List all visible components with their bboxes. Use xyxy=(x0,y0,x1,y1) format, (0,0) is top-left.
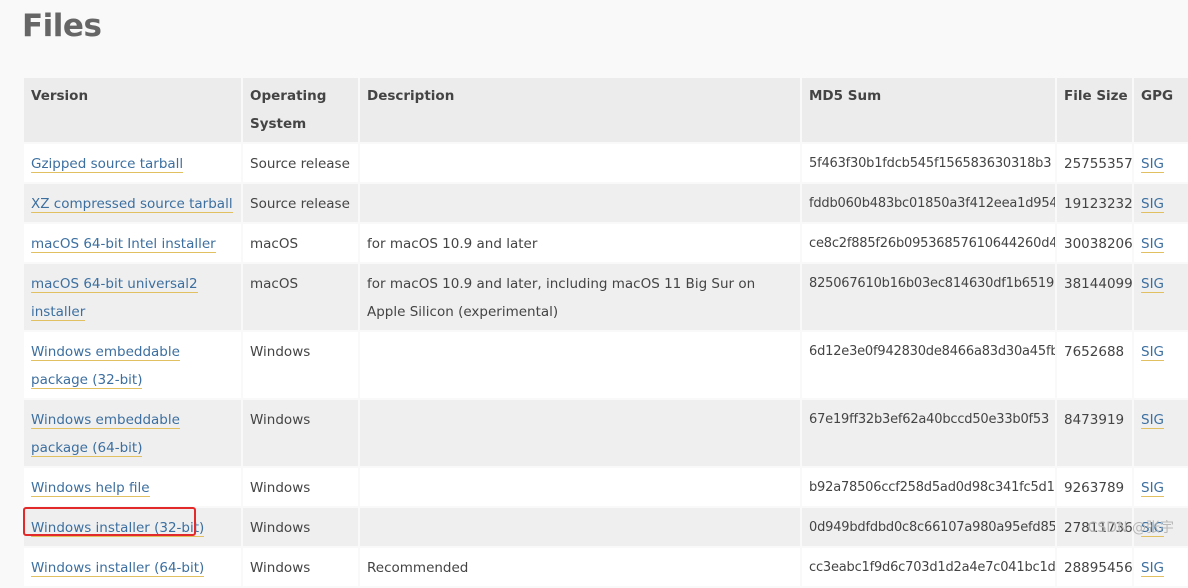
files-table: Version Operating System Description MD5… xyxy=(22,76,1188,588)
md5-cell: 0d949bdfdbd0c8c66107a980a95efd85 xyxy=(802,508,1055,546)
description-cell: for macOS 10.9 and later xyxy=(360,224,800,262)
gpg-sig-link[interactable]: SIG xyxy=(1141,196,1165,213)
header-md5-sum: MD5 Sum xyxy=(802,78,1055,142)
header-description: Description xyxy=(360,78,800,142)
description-cell xyxy=(360,332,800,398)
os-cell: Source release xyxy=(243,184,358,222)
header-operating-system: Operating System xyxy=(243,78,358,142)
download-link[interactable]: Windows installer (64-bit) xyxy=(31,560,205,577)
version-cell: XZ compressed source tarball xyxy=(24,184,241,222)
gpg-cell: SIG xyxy=(1134,144,1188,182)
table-row: Windows installer (64-bit) Windows Recomme… xyxy=(24,548,1188,586)
file-size-cell: 19123232 xyxy=(1057,184,1132,222)
version-cell: Windows embeddable package (64-bit) xyxy=(24,400,241,466)
gpg-sig-link[interactable]: SIG xyxy=(1141,276,1165,293)
version-cell: Gzipped source tarball xyxy=(24,144,241,182)
table-row: Windows embeddable package (32-bit) Windo… xyxy=(24,332,1188,398)
description-cell: Recommended xyxy=(360,548,800,586)
description-cell: for macOS 10.9 and later, including macO… xyxy=(360,264,800,330)
version-cell: macOS 64-bit universal2 installer xyxy=(24,264,241,330)
description-cell xyxy=(360,400,800,466)
download-link[interactable]: macOS 64-bit universal2 installer xyxy=(31,276,198,321)
gpg-sig-link[interactable]: SIG xyxy=(1141,480,1165,497)
md5-cell: 825067610b16b03ec814630df1b65193 xyxy=(802,264,1055,330)
version-cell: macOS 64-bit Intel installer xyxy=(24,224,241,262)
gpg-sig-link[interactable]: SIG xyxy=(1141,560,1165,577)
md5-cell: 6d12e3e0f942830de8466a83d30a45fb xyxy=(802,332,1055,398)
table-row: Windows help file Windows b92a78506ccf258d… xyxy=(24,468,1188,506)
version-cell: Windows installer (64-bit) xyxy=(24,548,241,586)
os-cell: macOS xyxy=(243,264,358,330)
gpg-cell: SIG xyxy=(1134,548,1188,586)
gpg-cell: SIG xyxy=(1134,400,1188,466)
table-row: XZ compressed source tarball Source relea… xyxy=(24,184,1188,222)
header-version: Version xyxy=(24,78,241,142)
file-size-cell: 30038206 xyxy=(1057,224,1132,262)
file-size-cell: 38144099 xyxy=(1057,264,1132,330)
table-row: macOS 64-bit Intel installer macOS for mac… xyxy=(24,224,1188,262)
md5-cell: b92a78506ccf258d5ad0d98c341fc5d1 xyxy=(802,468,1055,506)
description-cell xyxy=(360,468,800,506)
page-title: Files xyxy=(22,8,102,44)
file-size-cell: 8473919 xyxy=(1057,400,1132,466)
description-cell xyxy=(360,508,800,546)
highlight-box xyxy=(23,507,196,536)
md5-cell: cc3eabc1f9d6c703d1d2a4e7c041bc1d xyxy=(802,548,1055,586)
gpg-cell: SIG xyxy=(1134,468,1188,506)
table-header-row: Version Operating System Description MD5… xyxy=(24,78,1188,142)
header-gpg: GPG xyxy=(1134,78,1188,142)
file-size-cell: 28895456 xyxy=(1057,548,1132,586)
table-row: macOS 64-bit universal2 installer macOS fo… xyxy=(24,264,1188,330)
download-link[interactable]: Windows embeddable package (32-bit) xyxy=(31,344,180,389)
watermark: CSDN @张宇 xyxy=(1087,520,1174,536)
header-file-size: File Size xyxy=(1057,78,1132,142)
description-cell xyxy=(360,184,800,222)
md5-cell: 5f463f30b1fdcb545f156583630318b3 xyxy=(802,144,1055,182)
md5-cell: 67e19ff32b3ef62a40bccd50e33b0f53 xyxy=(802,400,1055,466)
gpg-cell: SIG xyxy=(1134,332,1188,398)
description-cell xyxy=(360,144,800,182)
table-row: Windows installer (32-bit) Windows 0d949bd… xyxy=(24,508,1188,546)
download-link[interactable]: Windows help file xyxy=(31,480,150,497)
file-size-cell: 7652688 xyxy=(1057,332,1132,398)
os-cell: Windows xyxy=(243,508,358,546)
gpg-sig-link[interactable]: SIG xyxy=(1141,236,1165,253)
gpg-cell: SIG xyxy=(1134,224,1188,262)
md5-cell: ce8c2f885f26b09536857610644260d4 xyxy=(802,224,1055,262)
os-cell: macOS xyxy=(243,224,358,262)
gpg-cell: SIG xyxy=(1134,184,1188,222)
os-cell: Windows xyxy=(243,468,358,506)
os-cell: Windows xyxy=(243,400,358,466)
md5-cell: fddb060b483bc01850a3f412eea1d954 xyxy=(802,184,1055,222)
os-cell: Source release xyxy=(243,144,358,182)
download-link[interactable]: macOS 64-bit Intel installer xyxy=(31,236,216,253)
download-link[interactable]: XZ compressed source tarball xyxy=(31,196,233,213)
table-row: Windows embeddable package (64-bit) Windo… xyxy=(24,400,1188,466)
file-size-cell: 25755357 xyxy=(1057,144,1132,182)
gpg-sig-link[interactable]: SIG xyxy=(1141,412,1165,429)
download-link[interactable]: Gzipped source tarball xyxy=(31,156,184,173)
os-cell: Windows xyxy=(243,548,358,586)
os-cell: Windows xyxy=(243,332,358,398)
gpg-sig-link[interactable]: SIG xyxy=(1141,344,1165,361)
version-cell: Windows help file xyxy=(24,468,241,506)
version-cell: Windows embeddable package (32-bit) xyxy=(24,332,241,398)
file-size-cell: 9263789 xyxy=(1057,468,1132,506)
gpg-cell: SIG xyxy=(1134,264,1188,330)
gpg-sig-link[interactable]: SIG xyxy=(1141,156,1165,173)
download-link[interactable]: Windows embeddable package (64-bit) xyxy=(31,412,180,457)
table-row: Gzipped source tarball Source release 5f46… xyxy=(24,144,1188,182)
